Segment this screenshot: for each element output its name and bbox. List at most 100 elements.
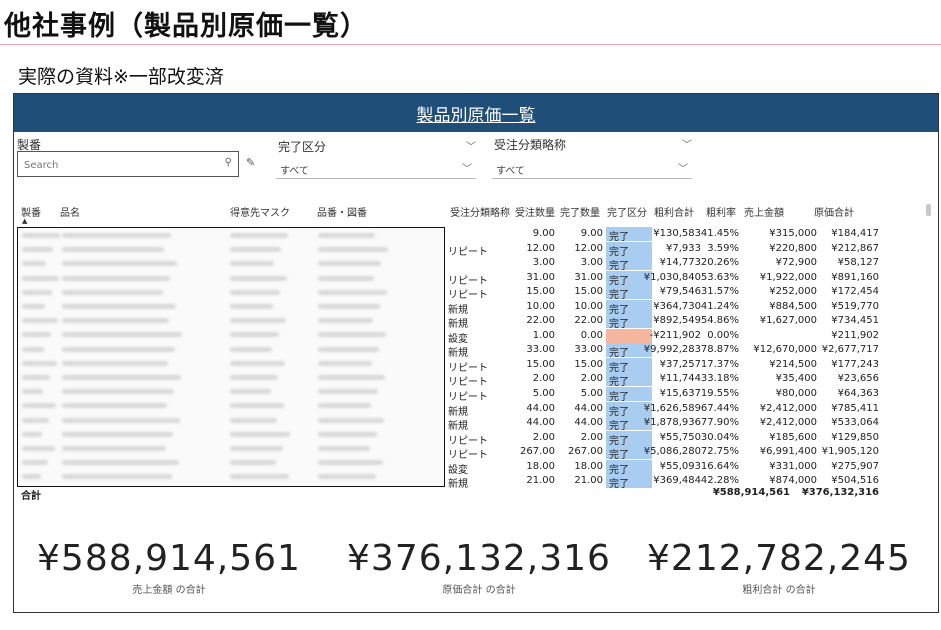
cell-sales: ¥315,000 [769, 228, 817, 239]
cell-gross-profit: ¥1,030,840 [643, 271, 701, 283]
cell-gross-profit: ¥7,933 [666, 242, 701, 254]
order-category-dropdown-value: すべて [496, 166, 525, 177]
cell-gross-profit: ¥14,773 [659, 257, 701, 269]
masked-text [22, 304, 45, 309]
cell-order-qty: 15.00 [526, 358, 555, 370]
cell-gross-profit: ¥79,546 [659, 286, 701, 298]
masked-text [62, 474, 172, 480]
cell-order-qty: 44.00 [526, 402, 555, 414]
kpi-gross-profit-value: ¥212,782,245 [647, 538, 911, 579]
masked-text [230, 431, 290, 437]
masked-text [22, 332, 51, 338]
cell-gross-profit: ¥892,549 [653, 315, 701, 327]
chevron-down-icon[interactable]: ﹀ [682, 136, 692, 151]
search-input[interactable] [22, 154, 206, 176]
cell-order-qty: 15.00 [526, 286, 555, 298]
cell-margin: 41.45% [700, 228, 739, 239]
masked-text [62, 417, 180, 423]
masked-text [62, 275, 170, 281]
masked-text [318, 360, 372, 366]
masked-text [62, 446, 166, 451]
cell-order-qty: 12.00 [526, 242, 555, 254]
masked-text [22, 417, 49, 423]
table-header: 製番 品名 得意先マスク 品番・図番 受注分類略称 受注数量 完了数量 完了区分… [14, 204, 924, 219]
masked-text [62, 318, 169, 324]
cell-cost: ¥129,850 [831, 431, 879, 443]
sort-ascending-icon[interactable]: ▲ [22, 217, 27, 225]
order-category-slicer-label: 受注分類略称 [494, 138, 567, 152]
cell-cost: ¥211,902 [831, 329, 879, 341]
masked-text [318, 346, 379, 352]
masked-text [318, 474, 376, 480]
masked-text [318, 247, 388, 253]
masked-text [22, 375, 50, 380]
cell-sales: ¥252,000 [769, 286, 817, 298]
cell-done-qty: 2.00 [580, 431, 603, 443]
completion-dropdown-value: すべて [280, 166, 309, 177]
col-header-cost[interactable]: 原価合計 [814, 204, 854, 219]
col-header-product-name[interactable]: 品名 [60, 204, 80, 219]
col-header-gross-profit[interactable]: 粗利合計 [654, 204, 694, 219]
report-title-link[interactable]: 製品別原価一覧 [417, 101, 536, 126]
scrollbar-thumb[interactable] [926, 204, 931, 216]
cell-order-qty: 3.00 [532, 257, 555, 269]
masked-text [318, 304, 380, 309]
chevron-down-icon[interactable]: ﹀ [678, 160, 688, 175]
cell-order-qty: 44.00 [526, 417, 555, 429]
masked-text [318, 375, 385, 380]
cell-gross-profit: ¥130,583 [653, 228, 701, 239]
col-header-customer[interactable]: 得意先マスク [230, 204, 290, 219]
cell-sales: ¥874,000 [769, 475, 817, 487]
col-header-done-qty[interactable]: 完了数量 [560, 204, 600, 219]
col-header-margin[interactable]: 粗利率 [706, 204, 736, 219]
col-header-status[interactable]: 完了区分 [607, 204, 647, 219]
cell-gross-profit: ¥1,626,589 [643, 402, 701, 414]
chevron-down-icon[interactable]: ﹀ [466, 138, 476, 153]
eraser-icon[interactable]: ✎ [246, 156, 255, 169]
cell-cost: ¥58,127 [837, 257, 879, 269]
cell-done-qty: 18.00 [574, 460, 603, 472]
cell-order-qty: 9.00 [532, 228, 555, 239]
cell-sales: ¥331,000 [769, 460, 817, 472]
cell-order-qty: 2.00 [532, 373, 555, 385]
cell-done-qty: 44.00 [574, 417, 603, 429]
cell-order-qty: 10.00 [526, 300, 555, 312]
masked-text [318, 403, 371, 409]
masked-text [62, 389, 174, 395]
cell-cost: ¥785,411 [831, 402, 879, 414]
cell-cost: ¥275,907 [831, 460, 879, 472]
cell-done-qty: 5.00 [580, 388, 603, 400]
cell-cost: ¥64,363 [837, 388, 879, 400]
cell-cost: ¥172,454 [831, 286, 879, 298]
cell-margin: 17.37% [700, 358, 739, 370]
cell-margin: 42.28% [700, 475, 739, 487]
cell-gross-profit: ¥55,750 [659, 431, 701, 443]
col-header-sales[interactable]: 売上金額 [744, 204, 784, 219]
search-icon[interactable]: ⚲ [225, 157, 232, 168]
product-search-box[interactable]: ⚲ [17, 151, 239, 177]
order-category-dropdown[interactable]: すべて ﹀ [492, 158, 692, 179]
masked-text [62, 460, 179, 466]
col-header-part-no[interactable]: 品番・図番 [317, 204, 367, 219]
completion-dropdown[interactable]: すべて ﹀ [276, 158, 476, 179]
col-header-order-qty[interactable]: 受注数量 [515, 204, 555, 219]
cell-done-qty: 9.00 [580, 228, 603, 239]
status-cell [606, 328, 652, 343]
cell-gross-profit: ¥369,484 [653, 475, 701, 487]
masked-text [22, 403, 56, 409]
masked-text [230, 460, 276, 466]
cell-done-qty: 31.00 [574, 271, 603, 283]
cell-order-qty: 1.00 [532, 329, 555, 341]
masked-text [230, 446, 283, 451]
cell-margin: 72.75% [700, 446, 739, 458]
chevron-down-icon[interactable]: ﹀ [462, 160, 472, 175]
cell-done-qty: 21.00 [574, 475, 603, 487]
col-header-order-category[interactable]: 受注分類略称 [450, 204, 510, 219]
cell-sales: ¥80,000 [775, 388, 817, 400]
cell-order-qty: 5.00 [532, 388, 555, 400]
masked-text [230, 233, 288, 238]
masked-text [22, 275, 59, 281]
masked-text [230, 389, 271, 395]
masked-text [230, 346, 272, 352]
masked-text [318, 389, 378, 395]
